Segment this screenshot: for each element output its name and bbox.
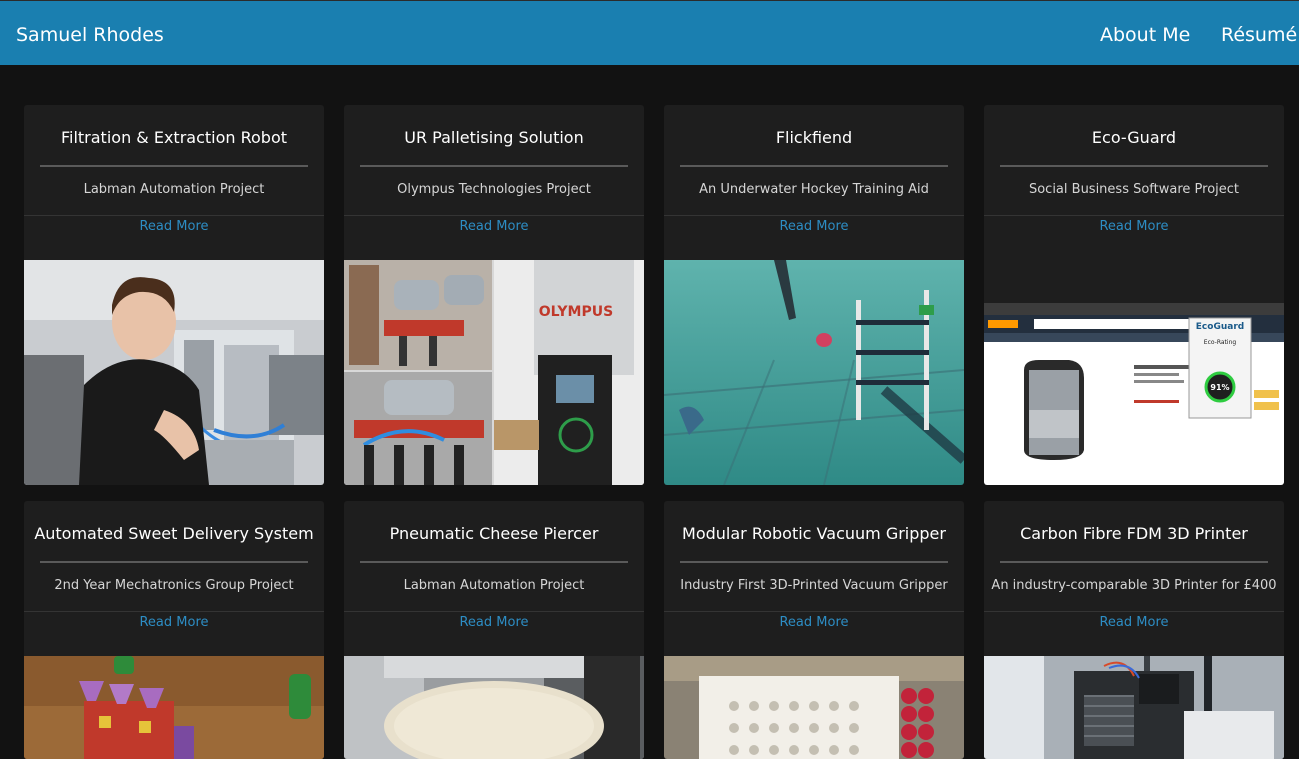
read-more-link[interactable]: Read More: [664, 219, 964, 234]
nav-resume-link[interactable]: Résumé: [1221, 24, 1297, 46]
card-divider: [984, 611, 1284, 612]
card-divider: [344, 215, 644, 216]
card-title: Carbon Fibre FDM 3D Printer: [1020, 524, 1248, 543]
card-subtitle: Industry First 3D-Printed Vacuum Gripper: [680, 578, 948, 593]
card-subtitle: 2nd Year Mechatronics Group Project: [54, 578, 294, 593]
card-title: Flickfiend: [775, 128, 853, 147]
brand-link[interactable]: Samuel Rhodes: [16, 24, 164, 46]
card-divider: [24, 611, 324, 612]
read-more-link[interactable]: Read More: [984, 615, 1284, 630]
project-card-3d-printer: Carbon Fibre FDM 3D Printer An industry-…: [984, 501, 1284, 759]
nav-about-link[interactable]: About Me: [1100, 24, 1190, 46]
project-card-vacuum-gripper: Modular Robotic Vacuum Gripper Industry …: [664, 501, 964, 759]
project-image-flickfiend[interactable]: [664, 260, 964, 485]
card-title: Eco-Guard: [1091, 128, 1177, 147]
project-card-ur-palletising: UR Palletising Solution Olympus Technolo…: [344, 105, 644, 485]
card-title-divider: [360, 561, 628, 563]
read-more-link[interactable]: Read More: [984, 219, 1284, 234]
card-divider: [24, 215, 324, 216]
project-image-sweet-delivery[interactable]: [24, 656, 324, 759]
card-title-divider: [1000, 561, 1268, 563]
eco-rating-label: Eco-Rating: [1204, 339, 1237, 346]
card-title: Automated Sweet Delivery System: [34, 524, 314, 543]
project-card-eco-guard: Eco-Guard Social Business Software Proje…: [984, 105, 1284, 485]
card-title-divider: [360, 165, 628, 167]
ecoguard-logo: EcoGuard: [1196, 322, 1244, 332]
card-subtitle: Social Business Software Project: [1028, 182, 1240, 197]
project-image-ur-palletising[interactable]: OLYMPUS: [344, 260, 644, 485]
card-divider: [344, 611, 644, 612]
read-more-link[interactable]: Read More: [24, 219, 324, 234]
card-subtitle: Olympus Technologies Project: [397, 182, 591, 197]
project-card-flickfiend: Flickfiend An Underwater Hockey Training…: [664, 105, 964, 485]
project-card-sweet-delivery: Automated Sweet Delivery System 2nd Year…: [24, 501, 324, 759]
card-title: Pneumatic Cheese Piercer: [389, 524, 599, 543]
card-title: UR Palletising Solution: [404, 128, 584, 147]
eco-score: 91%: [1210, 383, 1229, 392]
card-title-divider: [40, 165, 308, 167]
card-title-divider: [1000, 165, 1268, 167]
read-more-link[interactable]: Read More: [344, 615, 644, 630]
card-subtitle: Labman Automation Project: [83, 182, 265, 197]
card-title-divider: [40, 561, 308, 563]
project-card-cheese-piercer: Pneumatic Cheese Piercer Labman Automati…: [344, 501, 644, 759]
card-title: Filtration & Extraction Robot: [60, 128, 288, 147]
olympus-logo: OLYMPUS: [539, 304, 613, 320]
read-more-link[interactable]: Read More: [344, 219, 644, 234]
card-divider: [664, 215, 964, 216]
card-divider: [984, 215, 1284, 216]
project-image-vacuum-gripper[interactable]: [664, 656, 964, 759]
top-navbar: Samuel Rhodes About Me Résumé: [0, 0, 1299, 65]
card-title: Modular Robotic Vacuum Gripper: [682, 524, 946, 543]
project-image-3d-printer[interactable]: [984, 656, 1284, 759]
card-title-divider: [680, 165, 948, 167]
card-subtitle: An Underwater Hockey Training Aid: [699, 182, 929, 197]
project-image-filtration-robot[interactable]: [24, 260, 324, 485]
card-subtitle: An industry-comparable 3D Printer for £4…: [991, 578, 1277, 593]
read-more-link[interactable]: Read More: [24, 615, 324, 630]
card-title-divider: [680, 561, 948, 563]
card-divider: [664, 611, 964, 612]
card-subtitle: Labman Automation Project: [403, 578, 585, 593]
project-card-filtration-robot: Filtration & Extraction Robot Labman Aut…: [24, 105, 324, 485]
project-image-eco-guard[interactable]: EcoGuard Eco-Rating 91%: [984, 260, 1284, 485]
project-image-cheese-piercer[interactable]: [344, 656, 644, 759]
read-more-link[interactable]: Read More: [664, 615, 964, 630]
